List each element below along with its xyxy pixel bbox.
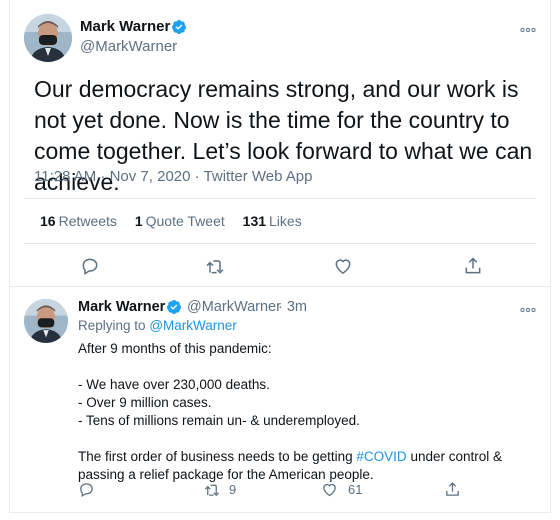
likes-label: Likes: [269, 213, 302, 229]
divider: [24, 198, 536, 199]
likes-stat[interactable]: 131 Likes: [243, 213, 302, 229]
author-name[interactable]: Mark Warner: [80, 18, 170, 35]
share-icon: [446, 482, 459, 496]
like-icon: [323, 483, 336, 497]
like-icon: [335, 259, 351, 274]
reply-button[interactable]: [80, 256, 100, 276]
retweet-icon: [206, 260, 224, 274]
share-button[interactable]: [444, 481, 461, 498]
author-handle[interactable]: @MarkWarner: [80, 38, 177, 55]
text-segment: under control &: [406, 449, 502, 464]
retweets-label: Retweets: [58, 213, 117, 229]
verified-badge-icon: [171, 20, 186, 34]
tweet-thread: Mark Warner @MarkWarner Our democracy re…: [9, 0, 551, 513]
quote-label: Quote Tweet: [145, 213, 225, 229]
verified-badge-icon: [166, 300, 181, 314]
like-button[interactable]: [333, 256, 353, 276]
reply-icon: [80, 483, 93, 498]
replying-to-link[interactable]: @MarkWarner: [149, 318, 236, 333]
retweet-button[interactable]: 9: [203, 481, 236, 498]
more-horizontal-icon[interactable]: [520, 22, 536, 36]
avatar[interactable]: [24, 299, 68, 343]
tweet-stats: 16 Retweets 1 Quote Tweet 131 Likes: [40, 213, 316, 229]
quote-tweets-stat[interactable]: 1 Quote Tweet: [135, 213, 225, 229]
share-button[interactable]: [463, 256, 483, 276]
reply-tweet[interactable]: Mark Warner @MarkWarner · 3m Replying to…: [10, 287, 550, 512]
text-line: - Over 9 million cases.: [78, 395, 212, 410]
text-segment: The first order of business needs to be …: [78, 449, 357, 464]
text-line: The first order of business needs to be …: [78, 448, 528, 466]
retweets-stat[interactable]: 16 Retweets: [40, 213, 117, 229]
reply-icon: [82, 258, 98, 275]
more-horizontal-icon[interactable]: [520, 302, 536, 316]
retweets-count: 16: [40, 213, 56, 229]
reply-text: After 9 months of this pandemic: - We ha…: [78, 340, 528, 484]
retweet-button[interactable]: [204, 256, 226, 276]
like-button[interactable]: 61: [321, 481, 362, 498]
author-handle[interactable]: @MarkWarner: [187, 299, 281, 315]
retweet-count: 9: [229, 482, 237, 497]
divider: [24, 243, 536, 244]
like-count: 61: [348, 482, 363, 497]
hashtag-link[interactable]: #COVID: [356, 449, 406, 464]
tweet-timestamp[interactable]: 11:28 AM · Nov 7, 2020 · Twitter Web App: [34, 168, 312, 185]
replying-prefix: Replying to: [78, 318, 146, 333]
author-name[interactable]: Mark Warner: [78, 299, 165, 315]
share-icon: [465, 257, 481, 274]
retweet-icon: [204, 484, 220, 497]
text-line: After 9 months of this pandemic:: [78, 341, 272, 356]
reply-button[interactable]: [78, 481, 95, 498]
quote-count: 1: [134, 213, 143, 229]
avatar[interactable]: [24, 14, 72, 62]
tweet-age[interactable]: · 3m: [278, 299, 307, 315]
text-line: - Tens of millions remain un- & underemp…: [78, 413, 360, 428]
likes-count: 131: [242, 213, 267, 229]
text-line: - We have over 230,000 deaths.: [78, 377, 270, 392]
replying-to: Replying to @MarkWarner: [78, 318, 237, 333]
